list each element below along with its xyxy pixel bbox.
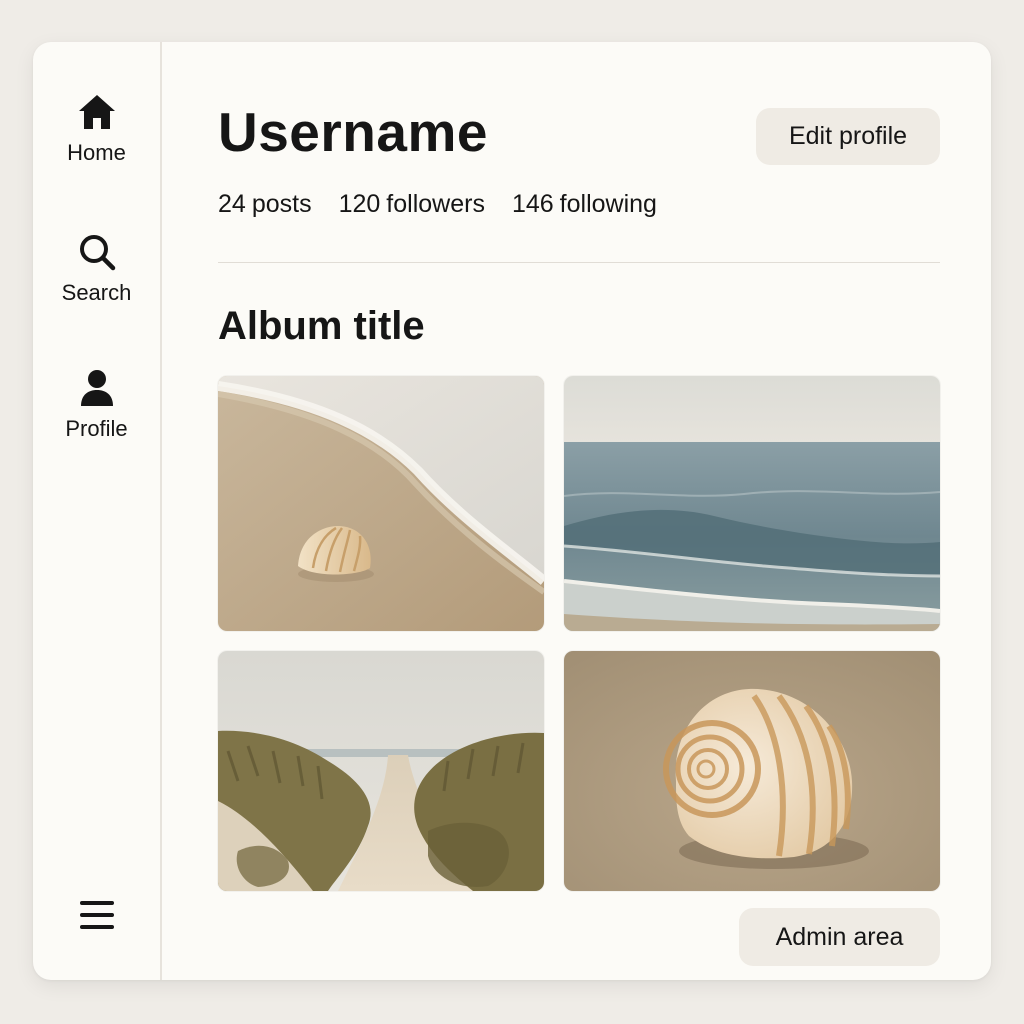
app-window: Home Search Profile Username Edit profil…	[33, 42, 991, 980]
hamburger-menu-icon	[80, 901, 114, 929]
stat-following[interactable]: 146 following	[512, 188, 657, 220]
divider	[218, 262, 940, 263]
profile-main: Username Edit profile 24 posts 120 follo…	[218, 42, 940, 980]
album-title: Album title	[218, 304, 425, 348]
stat-count: 120	[338, 190, 381, 218]
sidebar-item-search[interactable]: Search	[33, 232, 160, 306]
user-icon	[80, 370, 113, 406]
album-photo-dune-path[interactable]	[218, 651, 544, 891]
admin-area-button[interactable]: Admin area	[739, 908, 940, 966]
profile-stats: 24 posts 120 followers 146 following	[218, 188, 657, 220]
stat-count: 146	[511, 190, 554, 218]
search-icon	[79, 235, 115, 271]
album-photo-shell-beach[interactable]	[218, 376, 544, 631]
album-photo-ocean-waves[interactable]	[564, 376, 940, 631]
sidebar-item-label: Profile	[65, 416, 128, 441]
sidebar-item-home[interactable]: Home	[33, 92, 160, 166]
sidebar-item-label: Search	[61, 280, 132, 305]
username-title: Username	[218, 101, 488, 163]
stat-label: posts	[251, 190, 312, 218]
stat-label: followers	[386, 190, 485, 218]
stat-label: following	[559, 190, 657, 218]
home-icon	[78, 95, 115, 129]
stat-posts[interactable]: 24 posts	[218, 188, 312, 220]
sidebar: Home Search Profile	[33, 42, 162, 980]
sidebar-item-label: Home	[67, 140, 126, 165]
menu-button[interactable]	[77, 897, 117, 933]
stat-followers[interactable]: 120 followers	[339, 188, 485, 220]
stat-count: 24	[218, 190, 246, 218]
album-photo-spiral-shell[interactable]	[564, 651, 940, 891]
edit-profile-button[interactable]: Edit profile	[756, 108, 940, 165]
sidebar-item-profile[interactable]: Profile	[33, 368, 160, 442]
